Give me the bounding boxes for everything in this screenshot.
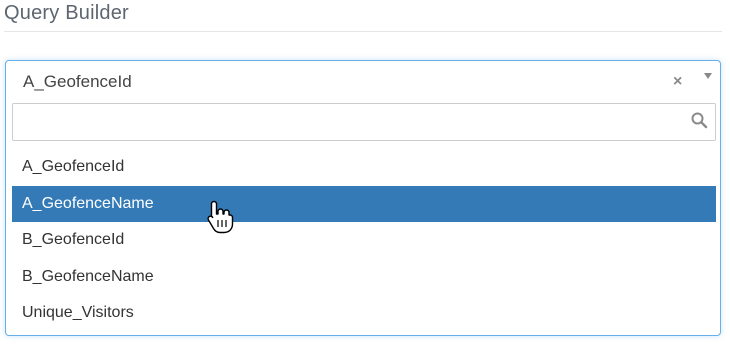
options-list: A_GeofenceId A_GeofenceName B_GeofenceId… — [12, 149, 716, 332]
search-input[interactable] — [12, 103, 716, 141]
selected-value[interactable]: A_GeofenceId — [23, 72, 132, 92]
query-builder-page: Query Builder A_GeofenceId × A_GeofenceI… — [0, 0, 730, 345]
page-title: Query Builder — [4, 2, 129, 24]
option-a-geofencename[interactable]: A_GeofenceName — [12, 185, 716, 222]
close-icon[interactable]: × — [673, 73, 682, 91]
option-a-geofenceid[interactable]: A_GeofenceId — [12, 149, 716, 186]
field-select[interactable]: A_GeofenceId × A_GeofenceId A_GeofenceNa… — [5, 60, 721, 336]
option-b-geofencename[interactable]: B_GeofenceName — [12, 259, 716, 296]
title-divider — [4, 31, 722, 32]
option-unique-visitors[interactable]: Unique_Visitors — [12, 295, 716, 332]
search-icon — [691, 112, 708, 129]
option-b-geofenceid[interactable]: B_GeofenceId — [12, 222, 716, 259]
chevron-down-icon[interactable] — [704, 73, 712, 79]
